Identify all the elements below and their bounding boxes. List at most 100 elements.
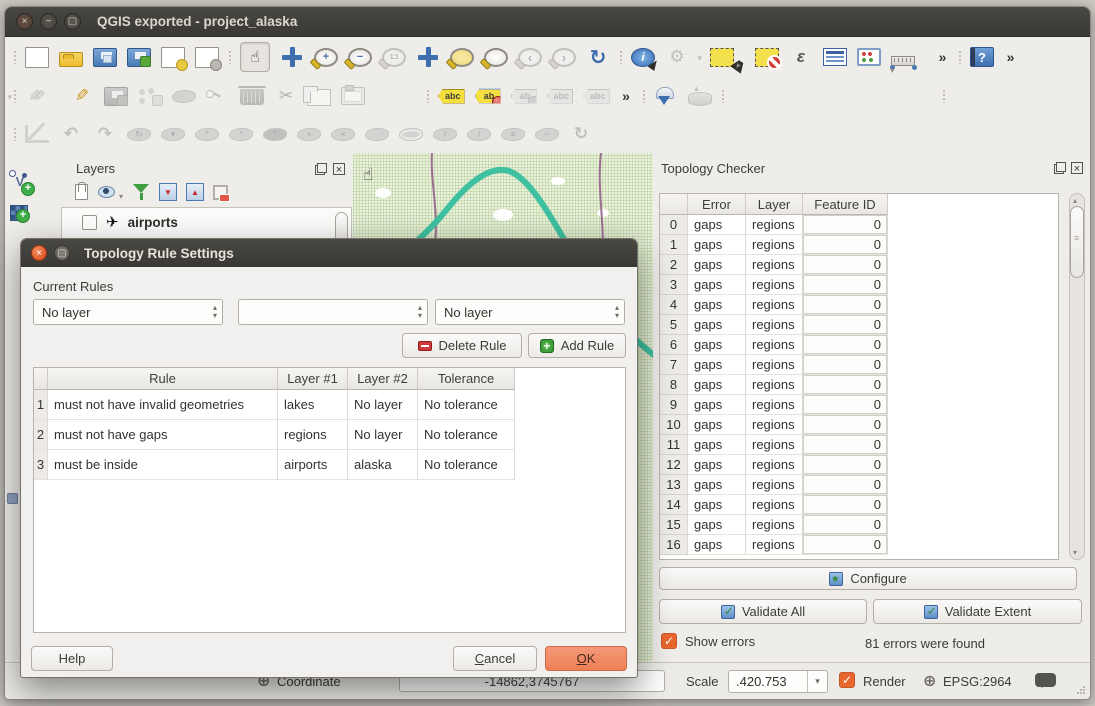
cut-features-button[interactable]: ✂ <box>274 84 298 108</box>
dialog-maximize-button[interactable]: ▢ <box>54 245 70 261</box>
col-layer1[interactable]: Layer #1 <box>278 368 348 390</box>
col-feature-id[interactable]: Feature ID <box>803 194 888 215</box>
validate-extent-button[interactable]: Validate Extent <box>873 599 1082 624</box>
save-project-button[interactable] <box>93 48 117 67</box>
col-layer2[interactable]: Layer #2 <box>348 368 418 390</box>
undo-button[interactable]: ↶ <box>59 122 83 146</box>
expand-all-button[interactable]: ▼ <box>159 183 177 201</box>
spinner-icon[interactable]: ▴▾ <box>213 304 217 320</box>
add-part-button[interactable]: * <box>229 128 253 141</box>
window-maximize-button[interactable]: ▢ <box>64 13 81 30</box>
error-row[interactable]: 12 gaps regions 0 <box>660 455 1058 475</box>
panel-float-icon[interactable] <box>1054 162 1066 174</box>
vertex-tool-button[interactable] <box>206 88 230 104</box>
save-layer-edits-button[interactable] <box>104 87 128 106</box>
zoom-native-button[interactable]: 1:1 <box>382 48 406 67</box>
save-project-as-button[interactable] <box>127 48 151 67</box>
error-row[interactable]: 2 gaps regions 0 <box>660 255 1058 275</box>
error-row[interactable]: 3 gaps regions 0 <box>660 275 1058 295</box>
identify-features-button[interactable]: i <box>631 48 655 67</box>
resize-grip[interactable] <box>1076 685 1086 695</box>
messages-icon[interactable] <box>1035 673 1056 687</box>
metasearch-button[interactable] <box>654 87 678 105</box>
panel-close-icon[interactable]: × <box>333 163 345 175</box>
advanced-digitizing-button[interactable] <box>25 125 49 143</box>
run-feature-action-button[interactable]: ⚙ <box>665 45 689 69</box>
error-row[interactable]: 6 gaps regions 0 <box>660 335 1058 355</box>
toolbar-extension-button[interactable]: » <box>936 45 949 69</box>
fill-ring-button[interactable]: * <box>263 128 287 141</box>
layer-item-airports[interactable]: ✈ airports <box>62 208 351 236</box>
spinner-icon[interactable]: ▴▾ <box>615 304 619 320</box>
left-toolbar-icon[interactable] <box>7 493 18 504</box>
rule-row[interactable]: 1 must not have invalid geometries lakes… <box>34 390 625 420</box>
attribute-table-button[interactable] <box>823 48 847 66</box>
split-features-button[interactable]: / <box>433 128 457 141</box>
select-by-expression-button[interactable]: ε <box>789 45 813 69</box>
reshape-features-button[interactable] <box>365 128 389 141</box>
rotate-point-symbols-button[interactable]: ↻ <box>569 122 593 146</box>
window-minimize-button[interactable]: − <box>40 13 57 30</box>
layer-visibility-checkbox[interactable] <box>82 215 97 230</box>
panel-float-icon[interactable] <box>315 163 327 175</box>
zoom-in-button[interactable]: + <box>314 48 338 67</box>
statistics-button[interactable] <box>857 48 881 66</box>
refresh-map-button[interactable]: ↻ <box>586 45 610 69</box>
delete-rule-button[interactable]: Delete Rule <box>402 333 522 358</box>
error-row[interactable]: 5 gaps regions 0 <box>660 315 1058 335</box>
panel-close-icon[interactable]: × <box>1071 162 1083 174</box>
zoom-to-layer-button[interactable] <box>484 48 508 67</box>
delete-part-button[interactable]: × <box>331 128 355 141</box>
error-row[interactable]: 4 gaps regions 0 <box>660 295 1058 315</box>
redo-button[interactable]: ↷ <box>93 122 117 146</box>
offline-editing-button[interactable] <box>688 92 712 106</box>
configure-button[interactable]: Configure <box>659 567 1077 590</box>
add-rule-button[interactable]: + Add Rule <box>528 333 626 358</box>
merge-attributes-button[interactable]: ~ <box>535 128 559 141</box>
zoom-last-button[interactable]: ‹ <box>518 48 542 67</box>
error-row[interactable]: 10 gaps regions 0 <box>660 415 1058 435</box>
measure-button[interactable] <box>891 56 915 66</box>
col-layer[interactable]: Layer <box>746 194 803 215</box>
crs-icon[interactable]: ⊕ <box>923 671 936 691</box>
open-project-button[interactable] <box>59 52 83 67</box>
error-row[interactable]: 0 gaps regions 0 <box>660 215 1058 235</box>
deselect-features-button[interactable] <box>755 48 779 67</box>
cancel-button[interactable]: Cancel <box>453 646 537 671</box>
pan-map-button[interactable]: ☝ <box>240 42 270 72</box>
error-row[interactable]: 14 gaps regions 0 <box>660 495 1058 515</box>
error-row[interactable]: 1 gaps regions 0 <box>660 235 1058 255</box>
pan-to-selection-button[interactable] <box>280 45 304 69</box>
error-table-scrollbar[interactable]: ▴ ▾ <box>1069 193 1085 560</box>
select-features-button[interactable] <box>710 48 734 67</box>
render-checkbox[interactable]: ✓ <box>839 672 855 688</box>
add-ring-button[interactable]: * <box>195 128 219 141</box>
help-button[interactable]: ? <box>970 47 994 67</box>
new-print-layout-button[interactable] <box>161 47 185 68</box>
toolbar-extension-button[interactable]: » <box>620 84 633 108</box>
validate-all-button[interactable]: Validate All <box>659 599 867 624</box>
layer-b-select[interactable]: No layer ▴▾ <box>435 299 625 325</box>
epsg-label[interactable]: EPSG:2964 <box>943 674 1012 689</box>
rule-row[interactable]: 2 must not have gaps regions No layer No… <box>34 420 625 450</box>
add-raster-layer-button[interactable] <box>10 205 28 221</box>
rule-row[interactable]: 3 must be inside airports alaska No tole… <box>34 450 625 480</box>
move-label-button[interactable]: abc <box>583 89 610 104</box>
checkbox-checked-icon[interactable]: ✓ <box>661 633 677 649</box>
dialog-close-button[interactable]: × <box>31 245 47 261</box>
merge-features-button[interactable]: ≡ <box>501 128 525 141</box>
error-row[interactable]: 7 gaps regions 0 <box>660 355 1058 375</box>
zoom-full-button[interactable] <box>416 45 440 69</box>
error-row[interactable]: 11 gaps regions 0 <box>660 435 1058 455</box>
window-close-button[interactable]: × <box>16 13 33 30</box>
delete-ring-button[interactable]: × <box>297 128 321 141</box>
current-edits-button[interactable]: ✎✎ <box>25 84 49 108</box>
move-feature-button[interactable] <box>172 90 196 103</box>
labeling-options-button[interactable]: abc <box>438 89 465 104</box>
show-hide-labels-button[interactable]: abc <box>547 89 574 104</box>
col-rule[interactable]: Rule <box>48 368 278 390</box>
toggle-editing-button[interactable]: ✎ <box>70 84 94 108</box>
offset-curve-button[interactable] <box>399 128 423 141</box>
show-errors-toggle[interactable]: ✓ Show errors <box>661 633 755 649</box>
scale-select[interactable]: .420.753 ▾ <box>728 670 828 693</box>
